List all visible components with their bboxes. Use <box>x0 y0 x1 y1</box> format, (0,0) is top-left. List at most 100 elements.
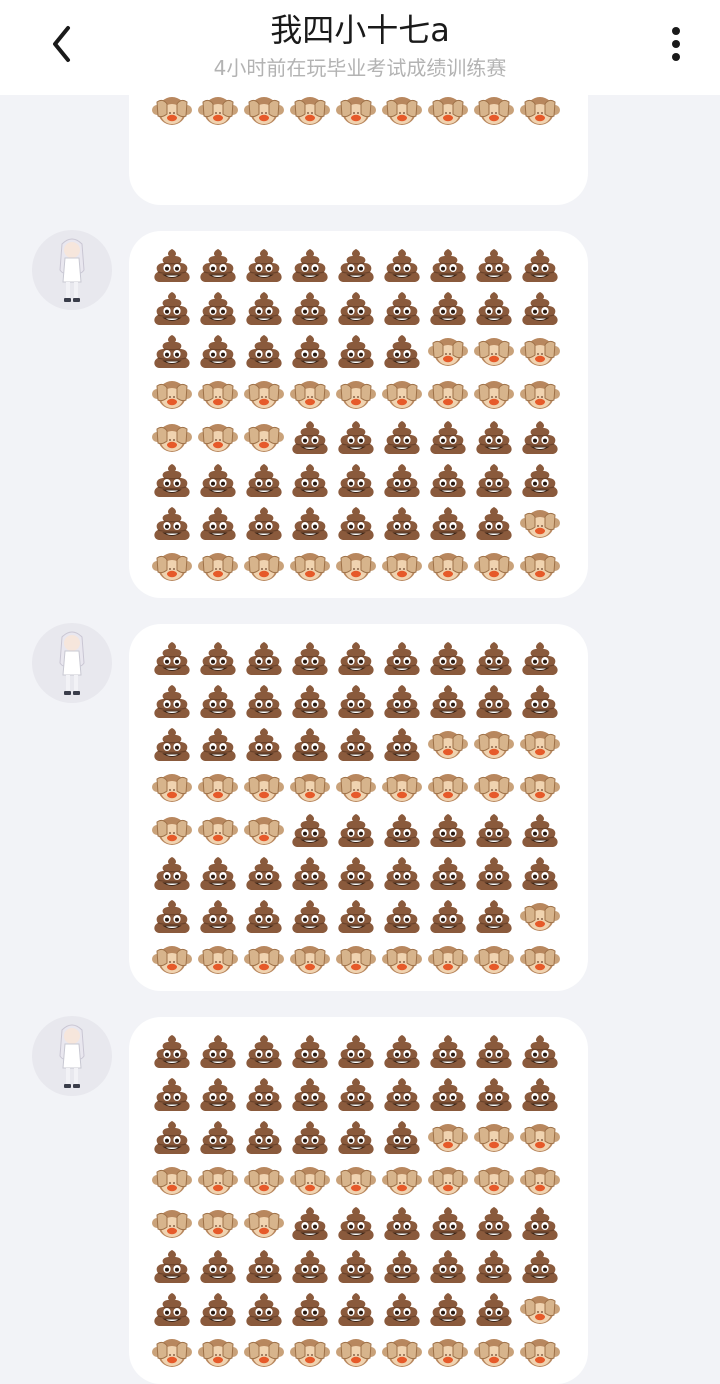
poop-emoji <box>333 636 379 679</box>
poop-emoji <box>425 243 471 286</box>
poop-emoji <box>241 1244 287 1287</box>
poop-emoji <box>517 1029 563 1072</box>
poop-emoji <box>425 679 471 722</box>
poop-emoji <box>287 1029 333 1072</box>
monkey-emoji <box>149 765 195 808</box>
poop-emoji <box>241 679 287 722</box>
monkey-emoji <box>471 544 517 587</box>
monkey-emoji <box>287 1330 333 1373</box>
poop-emoji <box>379 1244 425 1287</box>
monkey-emoji <box>333 1158 379 1201</box>
poop-emoji <box>149 243 195 286</box>
poop-emoji <box>379 1029 425 1072</box>
monkey-emoji <box>149 415 195 458</box>
poop-emoji <box>241 636 287 679</box>
monkey-emoji <box>379 372 425 415</box>
poop-emoji <box>195 286 241 329</box>
poop-emoji <box>287 894 333 937</box>
emoji-grid <box>149 1029 563 1373</box>
poop-emoji <box>195 722 241 765</box>
monkey-emoji <box>287 765 333 808</box>
monkey-emoji <box>195 937 241 980</box>
poop-emoji <box>379 458 425 501</box>
poop-emoji <box>241 1287 287 1330</box>
poop-emoji <box>333 1072 379 1115</box>
poop-emoji <box>379 851 425 894</box>
more-button[interactable] <box>652 22 700 70</box>
avatar[interactable] <box>32 1016 112 1096</box>
monkey-emoji <box>517 1115 563 1158</box>
poop-emoji <box>149 329 195 372</box>
monkey-emoji <box>517 1330 563 1373</box>
poop-emoji <box>471 501 517 544</box>
message-bubble[interactable] <box>129 231 588 598</box>
poop-emoji <box>425 415 471 458</box>
monkey-emoji <box>287 1158 333 1201</box>
chat-area[interactable] <box>0 0 720 1384</box>
message-bubble[interactable] <box>129 624 588 991</box>
monkey-emoji <box>517 722 563 765</box>
monkey-emoji <box>471 1330 517 1373</box>
monkey-emoji <box>195 544 241 587</box>
poop-emoji <box>517 458 563 501</box>
poop-emoji <box>333 329 379 372</box>
poop-emoji <box>241 501 287 544</box>
poop-emoji <box>287 415 333 458</box>
monkey-emoji <box>333 372 379 415</box>
poop-emoji <box>287 851 333 894</box>
poop-emoji <box>517 1244 563 1287</box>
poop-emoji <box>287 1072 333 1115</box>
poop-emoji <box>379 1201 425 1244</box>
poop-emoji <box>149 458 195 501</box>
poop-emoji <box>333 679 379 722</box>
monkey-emoji <box>195 415 241 458</box>
poop-emoji <box>425 1287 471 1330</box>
monkey-emoji <box>149 372 195 415</box>
poop-emoji <box>149 679 195 722</box>
poop-emoji <box>195 458 241 501</box>
monkey-emoji <box>379 544 425 587</box>
avatar[interactable] <box>32 623 112 703</box>
poop-emoji <box>241 1029 287 1072</box>
poop-emoji <box>149 286 195 329</box>
poop-emoji <box>471 1072 517 1115</box>
monkey-emoji <box>425 544 471 587</box>
monkey-emoji <box>149 1201 195 1244</box>
poop-emoji <box>379 1072 425 1115</box>
chat-status: 4小时前在玩毕业考试成绩训练赛 <box>213 56 507 80</box>
poop-emoji <box>149 1029 195 1072</box>
poop-emoji <box>517 636 563 679</box>
poop-emoji <box>333 286 379 329</box>
poop-emoji <box>379 808 425 851</box>
monkey-emoji <box>425 937 471 980</box>
poop-emoji <box>287 679 333 722</box>
poop-emoji <box>149 722 195 765</box>
poop-emoji <box>241 851 287 894</box>
poop-emoji <box>517 286 563 329</box>
monkey-emoji <box>333 937 379 980</box>
poop-emoji <box>149 501 195 544</box>
monkey-emoji <box>241 1158 287 1201</box>
poop-emoji <box>517 415 563 458</box>
monkey-emoji <box>241 808 287 851</box>
poop-emoji <box>379 415 425 458</box>
monkey-emoji <box>241 544 287 587</box>
avatar[interactable] <box>32 230 112 310</box>
monkey-emoji <box>241 372 287 415</box>
poop-emoji <box>149 1244 195 1287</box>
poop-emoji <box>195 1244 241 1287</box>
monkey-emoji <box>195 765 241 808</box>
poop-emoji <box>425 851 471 894</box>
monkey-emoji <box>379 765 425 808</box>
poop-emoji <box>333 415 379 458</box>
monkey-emoji <box>425 722 471 765</box>
monkey-emoji <box>471 937 517 980</box>
monkey-emoji <box>195 1158 241 1201</box>
poop-emoji <box>241 1115 287 1158</box>
monkey-emoji <box>195 1330 241 1373</box>
poop-emoji <box>333 851 379 894</box>
poop-emoji <box>517 243 563 286</box>
poop-emoji <box>241 329 287 372</box>
message-bubble[interactable] <box>129 1017 588 1384</box>
monkey-emoji <box>425 1330 471 1373</box>
